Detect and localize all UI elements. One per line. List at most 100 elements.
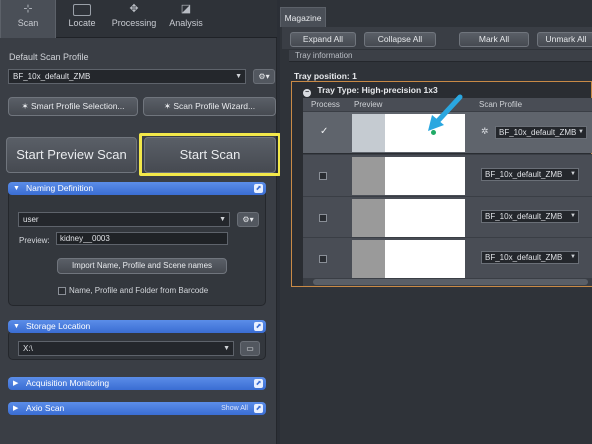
row-checkbox[interactable] <box>319 214 327 222</box>
chevron-down-icon: ▼ <box>578 129 584 135</box>
profile-settings-button[interactable]: ⚙▾ <box>253 69 275 84</box>
table-row[interactable]: BF_10x_default_ZMB ▼ <box>303 196 592 238</box>
import-names-label: Import Name, Profile and Scene names <box>71 261 213 270</box>
column-process: Process <box>311 100 340 109</box>
scrollbar-thumb[interactable] <box>313 279 588 285</box>
naming-definition-header[interactable]: ▼ Naming Definition ⬈ <box>8 182 266 195</box>
default-scan-profile-label: Default Scan Profile <box>9 52 89 62</box>
slide-label-area <box>352 157 385 195</box>
row-profile-value: BF_10x_default_ZMB <box>485 253 563 262</box>
row-scan-profile-select[interactable]: BF_10x_default_ZMB ▼ <box>495 126 587 139</box>
slide-preview-thumbnail[interactable] <box>352 240 465 278</box>
wizard-label: Scan Profile Wizard... <box>173 101 256 111</box>
barcode-label: Name, Profile and Folder from Barcode <box>69 286 209 295</box>
pointer-arrow-icon <box>428 94 463 131</box>
tab-magazine[interactable]: Magazine <box>280 7 326 27</box>
acquisition-monitoring-title: Acquisition Monitoring <box>26 378 110 388</box>
table-row[interactable]: BF_10x_default_ZMB ▼ <box>303 154 592 196</box>
start-preview-label: Start Preview Scan <box>16 147 127 162</box>
axio-scan-header[interactable]: ▶ Axio Scan Show All ⬈ <box>8 402 266 415</box>
expand-all-button[interactable]: Expand All <box>290 32 356 47</box>
row-checkbox[interactable] <box>319 255 327 263</box>
tab-processing[interactable]: ✥ Processing <box>108 0 160 38</box>
slide-label-area <box>352 199 385 237</box>
tray-information-header[interactable]: Tray information <box>289 50 592 62</box>
row-profile-value: BF_10x_default_ZMB <box>485 212 563 221</box>
storage-location-header[interactable]: ▼ Storage Location ⬈ <box>8 320 266 333</box>
analysis-icon: ◪ <box>180 3 192 15</box>
wand-icon: ✶ <box>21 101 31 111</box>
collapse-icon: ▼ <box>13 185 20 192</box>
row-checkbox[interactable] <box>319 172 327 180</box>
locate-icon <box>56 0 108 18</box>
wizard-icon: ✶ <box>163 101 174 111</box>
expand-icon: ▶ <box>13 405 19 412</box>
row-scan-profile-select[interactable]: BF_10x_default_ZMB ▼ <box>481 251 579 264</box>
naming-definition-title: Naming Definition <box>26 183 94 193</box>
tray-type[interactable]: − Tray Type: High-precision 1x3 <box>303 85 438 97</box>
preview-label: Preview: <box>19 236 50 245</box>
tray-position: Tray position: 1 <box>294 71 357 81</box>
storage-location-title: Storage Location <box>26 321 91 331</box>
slide-preview-thumbnail[interactable] <box>352 157 465 195</box>
naming-user-select[interactable]: user ▼ <box>18 212 230 227</box>
app-window: ⊹ Scan Locate ✥ Processing ◪ Analysis De… <box>0 0 592 444</box>
browse-folder-button[interactable]: ▭ <box>240 341 260 356</box>
slide-preview-thumbnail[interactable] <box>352 199 465 237</box>
gear-icon: ⚙▾ <box>258 72 270 81</box>
start-scan-highlight <box>139 133 281 176</box>
column-preview: Preview <box>354 100 383 109</box>
barcode-checkbox[interactable] <box>58 287 66 295</box>
collapse-circle-icon[interactable]: − <box>303 89 311 97</box>
tab-scan-label: Scan <box>17 18 39 28</box>
tray-position-value: 1 <box>352 71 357 81</box>
left-panel: ⊹ Scan Locate ✥ Processing ◪ Analysis De… <box>0 0 281 444</box>
tab-scan[interactable]: ⊹ Scan <box>0 0 56 38</box>
chevron-down-icon: ▼ <box>570 254 576 260</box>
collapse-all-button[interactable]: Collapse All <box>364 32 436 47</box>
chevron-down-icon: ▼ <box>223 345 230 352</box>
collapse-icon: ▼ <box>13 323 20 330</box>
smart-profile-label: Smart Profile Selection... <box>30 101 125 111</box>
tab-locate[interactable]: Locate <box>56 0 108 38</box>
axio-scan-title: Axio Scan <box>26 403 65 413</box>
popout-icon[interactable]: ⬈ <box>254 322 263 331</box>
naming-settings-button[interactable]: ⚙▾ <box>237 212 259 227</box>
table-row[interactable]: BF_10x_default_ZMB ▼ <box>303 237 592 279</box>
chevron-down-icon: ▼ <box>235 73 242 80</box>
scan-profile-select[interactable]: BF_10x_default_ZMB ▼ <box>8 69 246 84</box>
popout-icon[interactable]: ⬈ <box>254 184 263 193</box>
start-preview-scan-button[interactable]: Start Preview Scan <box>6 137 137 173</box>
naming-user-value: user <box>23 215 39 224</box>
table-horizontal-scrollbar[interactable] <box>303 278 592 286</box>
row-checkbox-checked[interactable]: ✓ <box>320 126 328 137</box>
preview-name-field[interactable]: kidney__0003 <box>56 232 228 245</box>
show-all-toggle[interactable]: Show All <box>221 402 248 415</box>
import-names-button[interactable]: Import Name, Profile and Scene names <box>57 258 227 274</box>
row-scan-profile-select[interactable]: BF_10x_default_ZMB ▼ <box>481 168 579 181</box>
unmark-all-button[interactable]: Unmark All <box>537 32 592 47</box>
row-profile-value: BF_10x_default_ZMB <box>499 128 577 137</box>
row-profile-value: BF_10x_default_ZMB <box>485 170 563 179</box>
chevron-down-icon: ▼ <box>570 213 576 219</box>
popout-icon[interactable]: ⬈ <box>254 379 263 388</box>
acquisition-monitoring-header[interactable]: ▶ Acquisition Monitoring ⬈ <box>8 377 266 390</box>
gear-icon: ⚙▾ <box>242 215 254 224</box>
tab-locate-label: Locate <box>68 18 96 28</box>
row-scan-profile-select[interactable]: BF_10x_default_ZMB ▼ <box>481 210 579 223</box>
processing-icon: ✥ <box>129 3 139 15</box>
column-scan-profile: Scan Profile <box>479 100 523 109</box>
smart-profile-button[interactable]: ✶ Smart Profile Selection... <box>8 97 138 116</box>
storage-path-select[interactable]: X:\ ▼ <box>18 341 234 356</box>
scan-icon: ⊹ <box>23 3 33 15</box>
scan-profile-value: BF_10x_default_ZMB <box>13 72 91 81</box>
tab-analysis-label: Analysis <box>169 18 203 28</box>
tray-type-label: Tray Type: <box>317 85 360 95</box>
chevron-down-icon: ▼ <box>570 171 576 177</box>
popout-icon[interactable]: ⬈ <box>254 404 263 413</box>
scan-profile-wizard-button[interactable]: ✶ Scan Profile Wizard... <box>143 97 276 116</box>
slide-label-area <box>352 240 385 278</box>
tab-analysis[interactable]: ◪ Analysis <box>160 0 212 38</box>
gear-icon: ✲ <box>481 126 489 136</box>
mark-all-button[interactable]: Mark All <box>459 32 529 47</box>
